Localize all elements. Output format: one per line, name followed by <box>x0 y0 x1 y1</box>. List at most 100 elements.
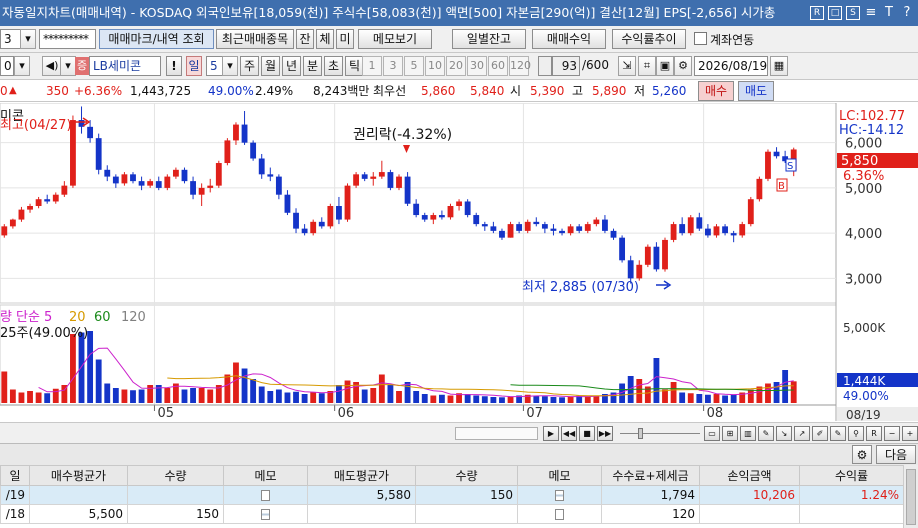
gear-icon[interactable]: ⚙ <box>852 445 872 464</box>
candle-body[interactable] <box>155 181 162 188</box>
volume-bar[interactable] <box>138 389 145 404</box>
scroll-track[interactable] <box>455 427 538 440</box>
volume-bar[interactable] <box>27 391 33 403</box>
volume-bar[interactable] <box>233 362 239 404</box>
candle-body[interactable] <box>293 212 299 229</box>
volume-bar[interactable] <box>747 389 754 404</box>
volume-bar[interactable] <box>207 389 214 404</box>
candle-body[interactable] <box>524 221 531 231</box>
candle-body[interactable] <box>490 226 497 231</box>
col-sell-qty[interactable]: 수량 <box>415 465 518 486</box>
col-date[interactable]: 일 <box>0 465 30 486</box>
candle-body[interactable] <box>413 203 420 216</box>
volume-bar[interactable] <box>224 374 231 404</box>
candle-body[interactable] <box>507 224 514 238</box>
date-input[interactable]: 2026/08/19 <box>694 56 768 76</box>
search-icon[interactable]: ⚲ <box>848 426 864 441</box>
volume-bar[interactable] <box>790 381 797 403</box>
volume-bar[interactable] <box>44 393 51 403</box>
window-icon[interactable]: ▭ <box>704 426 720 441</box>
candle-body[interactable] <box>250 142 257 159</box>
grid-icon[interactable]: ⊞ <box>722 426 738 441</box>
volume-bar[interactable] <box>481 396 488 403</box>
volume-bar[interactable] <box>413 391 420 403</box>
candlestick-chart[interactable]: 3,0004,0005,0006,00005 06 07 08 미콘 최고(04/27… <box>0 103 918 421</box>
arrow-tool-icon[interactable]: ↘ <box>776 426 792 441</box>
volume-bar[interactable] <box>9 389 16 404</box>
candle-body[interactable] <box>739 224 746 236</box>
candle-body[interactable] <box>61 185 68 195</box>
candle-body[interactable] <box>396 176 402 188</box>
save-icon[interactable]: ▣ <box>656 56 674 76</box>
volume-bar[interactable] <box>293 391 299 403</box>
candle-body[interactable] <box>241 124 248 143</box>
candle-body[interactable] <box>87 126 94 139</box>
candle-body[interactable] <box>713 226 720 236</box>
trade-mark-button[interactable]: 매매마크/내역 조회 <box>99 29 214 49</box>
zoom-out-icon[interactable]: − <box>884 426 900 441</box>
volume-bar[interactable] <box>258 386 265 404</box>
candle-body[interactable] <box>164 176 171 188</box>
volume-bar[interactable] <box>687 393 694 403</box>
candle-body[interactable] <box>258 158 265 175</box>
candle-body[interactable] <box>301 228 308 234</box>
candle-body[interactable] <box>404 176 411 204</box>
volume-bar[interactable] <box>318 393 325 403</box>
volume-bar[interactable] <box>284 392 291 404</box>
candle-body[interactable] <box>481 224 488 227</box>
candle-body[interactable] <box>687 217 694 234</box>
col-pnl[interactable]: 손익금액 <box>699 465 800 486</box>
help-icon[interactable]: ? <box>900 0 914 26</box>
volume-bar[interactable] <box>533 395 540 404</box>
account-dropdown-icon[interactable]: ▾ <box>20 29 36 49</box>
zoom-in-icon[interactable]: + <box>902 426 918 441</box>
volume-bar[interactable] <box>181 389 188 404</box>
volume-bar[interactable] <box>421 394 428 403</box>
interval-button[interactable]: 120 <box>509 56 531 76</box>
candle-body[interactable] <box>499 230 505 238</box>
memo-icon[interactable] <box>261 490 270 501</box>
candle-body[interactable] <box>310 221 317 234</box>
col-sell-avg[interactable]: 매도평균가 <box>307 465 416 486</box>
candle-body[interactable] <box>584 224 591 231</box>
volume-bar[interactable] <box>147 385 154 403</box>
volume-bar[interactable] <box>567 396 574 403</box>
return-trend-button[interactable]: 수익률추이 <box>612 29 686 49</box>
code-dropdown-icon[interactable]: ▾ <box>14 56 30 76</box>
period-second-button[interactable]: 초 <box>324 56 343 76</box>
draw-icon[interactable]: ✐ <box>812 426 828 441</box>
col-sell-memo[interactable]: 메모 <box>517 465 602 486</box>
candle-body[interactable] <box>18 209 25 220</box>
pen-icon[interactable]: ✎ <box>830 426 846 441</box>
volume-bar[interactable] <box>241 368 248 404</box>
candle-body[interactable] <box>438 215 445 218</box>
volume-bar[interactable] <box>447 395 454 404</box>
candle-body[interactable] <box>138 181 145 186</box>
password-input[interactable]: ********* <box>39 29 96 49</box>
candle-body[interactable] <box>679 224 686 234</box>
blank-input[interactable] <box>538 56 552 76</box>
volume-bar[interactable] <box>404 382 411 403</box>
candle-body[interactable] <box>1 226 8 236</box>
volume-bar[interactable] <box>361 389 368 404</box>
candle-body[interactable] <box>353 174 360 186</box>
volume-bar[interactable] <box>653 358 660 403</box>
volume-bar[interactable] <box>704 394 711 403</box>
candle-body[interactable] <box>275 176 282 195</box>
col-return[interactable]: 수익률 <box>799 465 904 486</box>
candle-body[interactable] <box>627 260 634 279</box>
volume-bar[interactable] <box>507 396 514 403</box>
volume-bar[interactable] <box>130 390 136 403</box>
cell-buy-memo[interactable] <box>223 485 308 505</box>
memo-icon[interactable] <box>555 509 564 520</box>
candle-body[interactable] <box>387 172 394 188</box>
volume-bar[interactable] <box>696 394 703 403</box>
volume-bar[interactable] <box>499 397 505 403</box>
candle-body[interactable] <box>756 178 763 200</box>
period-month-button[interactable]: 월 <box>261 56 280 76</box>
daily-balance-button[interactable]: 일별잔고 <box>452 29 526 49</box>
volume-bar[interactable] <box>310 392 317 404</box>
stock-code-input[interactable]: 0 <box>0 56 14 76</box>
candle-body[interactable] <box>44 199 51 202</box>
menu-icon[interactable]: ≡ <box>864 0 878 26</box>
